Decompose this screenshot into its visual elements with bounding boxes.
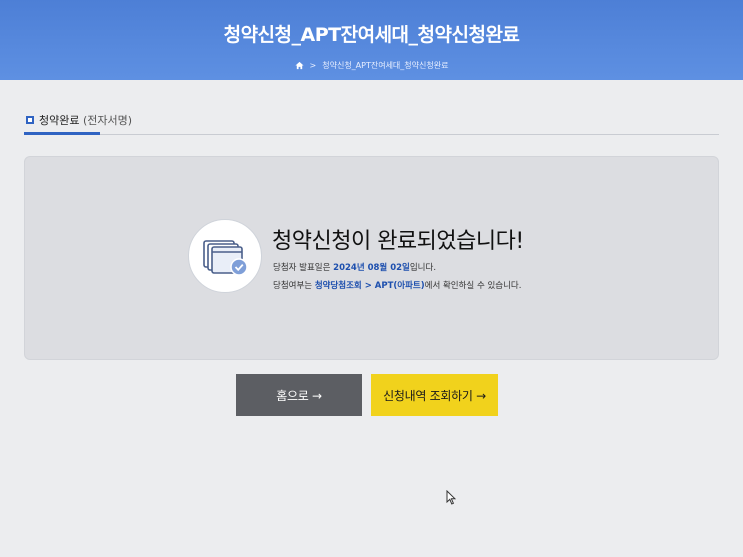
section-divider-accent: [24, 132, 100, 135]
completion-title: 청약신청이 완료되었습니다!: [272, 229, 524, 254]
breadcrumb-current[interactable]: 청약신청_APT잔여세대_청약신청완료: [322, 60, 448, 71]
breadcrumb-separator: >: [309, 61, 317, 70]
completion-panel: 청약신청이 완료되었습니다! 당첨자 발표일은 2024년 08월 02일입니다…: [24, 156, 719, 360]
view-application-button[interactable]: 신청내역 조회하기 →: [371, 374, 498, 416]
section-heading: 청약완료 (전자서명): [26, 112, 132, 128]
mouse-cursor-icon: [446, 489, 457, 509]
document-check-icon: [188, 219, 262, 293]
section-title-main: 청약완료: [39, 114, 80, 127]
section-divider: [24, 134, 719, 135]
announcement-prefix: 당첨자 발표일은: [273, 263, 334, 273]
section-title: 청약완료 (전자서명): [39, 112, 132, 128]
announcement-suffix: 입니다.: [409, 263, 437, 273]
announcement-date-text: 당첨자 발표일은 2024년 08월 02일입니다.: [273, 261, 436, 273]
announcement-date: 2024년 08월 02일: [333, 263, 410, 273]
home-icon[interactable]: [294, 61, 304, 70]
square-bullet-icon: [26, 116, 34, 124]
result-check-text: 당첨여부는 청약당첨조회 > APT(아파트)에서 확인하실 수 있습니다.: [273, 279, 521, 291]
breadcrumb: > 청약신청_APT잔여세대_청약신청완료: [0, 60, 743, 71]
result-check-path: 청약당첨조회 > APT(아파트): [314, 281, 425, 291]
result-check-suffix: 에서 확인하실 수 있습니다.: [424, 281, 522, 291]
result-check-prefix: 당첨여부는: [273, 281, 315, 291]
page-header: 청약신청_APT잔여세대_청약신청완료 > 청약신청_APT잔여세대_청약신청완…: [0, 0, 743, 80]
page-title: 청약신청_APT잔여세대_청약신청완료: [223, 24, 520, 46]
home-button[interactable]: 홈으로 →: [236, 374, 362, 416]
section-title-sub: (전자서명): [82, 114, 133, 127]
